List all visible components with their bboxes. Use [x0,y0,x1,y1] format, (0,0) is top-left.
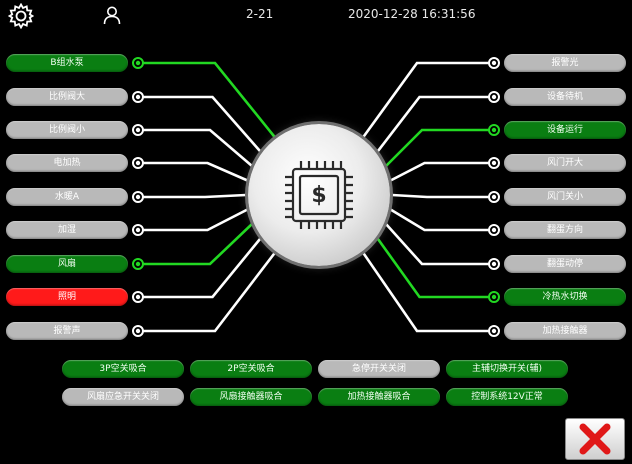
left-terminal-dot-5 [135,194,141,200]
left-terminal-dot-1 [135,60,141,66]
bottom-signal-2: 2P空关吸合 [190,360,312,378]
right-terminal-dot-3 [491,127,497,133]
left-signal-1: B组水泵 [6,54,128,72]
right-wire-5 [391,193,494,199]
right-signal-3: 设备运行 [504,121,626,139]
left-terminal-dot-8 [135,294,141,300]
bottom-signal-5: 风扇应急开关关闭 [62,388,184,406]
left-wire-4 [138,161,248,182]
bottom-signal-4: 主辅切换开关(辅) [446,360,568,378]
bottom-signal-7: 加热接触器吸合 [318,388,440,406]
left-terminal-dot-3 [135,127,141,133]
cpu-chip-dollar-icon: $ [285,161,353,229]
left-terminal-dot-6 [135,227,141,233]
left-wire-8 [138,237,262,299]
left-wire-2 [138,95,262,153]
left-signal-4: 电加热 [6,154,128,172]
controller-hub: $ [248,124,390,266]
left-wire-5 [138,193,247,199]
left-terminal-dot-9 [135,328,141,334]
right-signal-9: 加热接触器 [504,322,626,340]
right-terminal-dot-8 [491,294,497,300]
bottom-signal-1: 3P空关吸合 [62,360,184,378]
left-signal-5: 水暖A [6,188,128,206]
right-wire-3 [385,128,494,167]
right-terminal-dot-4 [491,160,497,166]
right-signal-6: 翻蛋方向 [504,221,626,239]
bottom-signal-6: 风扇接触器吸合 [190,388,312,406]
right-signal-5: 风门关小 [504,188,626,206]
left-terminal-dot-4 [135,160,141,166]
left-signal-6: 加湿 [6,221,128,239]
left-signal-7: 风扇 [6,255,128,273]
right-wire-2 [376,95,494,153]
left-signal-8: 照明 [6,288,128,306]
right-signal-8: 冷热水切换 [504,288,626,306]
left-terminal-dot-2 [135,94,141,100]
right-signal-2: 设备待机 [504,88,626,106]
left-wire-3 [138,128,253,167]
right-terminal-dot-5 [491,194,497,200]
left-signal-2: 比例阀大 [6,88,128,106]
right-signal-7: 翻蛋动停 [504,255,626,273]
svg-text:$: $ [311,183,326,208]
bottom-signal-8: 控制系统12V正常 [446,388,568,406]
right-wire-4 [389,161,494,182]
left-signal-9: 报警声 [6,322,128,340]
close-icon [579,423,611,455]
left-wire-6 [138,208,249,232]
bottom-signal-3: 急停开关关闭 [318,360,440,378]
right-terminal-dot-1 [491,60,497,66]
right-signal-4: 风门开大 [504,154,626,172]
left-signal-3: 比例阀小 [6,121,128,139]
close-button[interactable] [565,418,625,460]
right-terminal-dot-7 [491,261,497,267]
right-terminal-dot-2 [491,94,497,100]
right-terminal-dot-9 [491,328,497,334]
left-terminal-dot-7 [135,261,141,267]
right-wire-6 [389,208,494,232]
right-wire-8 [376,237,494,299]
right-signal-1: 报警光 [504,54,626,72]
right-terminal-dot-6 [491,227,497,233]
